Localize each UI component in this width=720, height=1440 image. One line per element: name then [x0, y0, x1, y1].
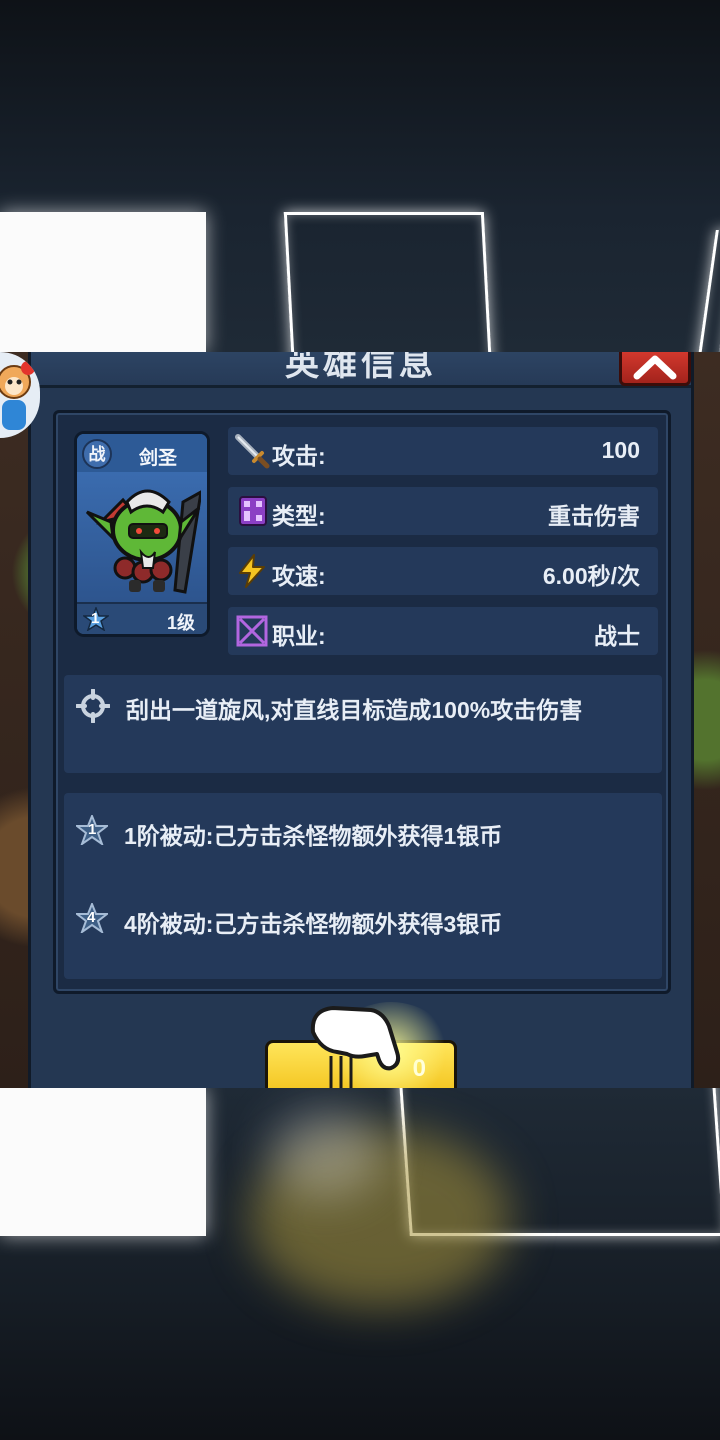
- neon-frame: [283, 212, 493, 352]
- skill-description: 刮出一道旋风,对直线目标造成100%攻击伤害: [126, 697, 583, 723]
- stat-value: 100: [601, 437, 640, 463]
- hero-info-dialog: 英雄信息 战 剑圣 1 1级 攻击: 100 类型: 重击伤害 攻速: 6.00…: [28, 352, 694, 1088]
- stat-value: 战士: [594, 623, 640, 649]
- crossed-swords-icon: [236, 615, 268, 647]
- pointing-hand-icon: [310, 1006, 401, 1088]
- passive-rank: 4: [87, 909, 96, 926]
- passive-skill-4: 4 4阶被动:己方击杀怪物额外获得3银币: [64, 899, 662, 939]
- hero-card[interactable]: 战 剑圣 1 1级: [74, 431, 210, 637]
- neon-edge: [696, 230, 720, 352]
- sword-icon: [235, 434, 270, 469]
- background-top: [0, 0, 720, 352]
- chevron-up-icon: [633, 355, 677, 380]
- stat-row-attack: 攻击: 100: [228, 427, 658, 475]
- stat-label: 攻速:: [272, 563, 326, 589]
- game-screen: 英雄信息 战 剑圣 1 1级 攻击: 100 类型: 重击伤害 攻速: 6.00…: [0, 352, 720, 1088]
- stat-value: 重击伤害: [548, 503, 640, 529]
- passive-text: 1阶被动:己方击杀怪物额外获得1银币: [124, 823, 503, 849]
- light-panel: [0, 212, 206, 352]
- lightning-icon: [239, 554, 265, 588]
- star-rank-number: 1: [91, 610, 100, 627]
- close-button[interactable]: [619, 352, 691, 386]
- crosshair-icon: [76, 689, 110, 723]
- background-bottom: [0, 1088, 720, 1440]
- stat-row-type: 类型: 重击伤害: [228, 487, 658, 535]
- stat-row-profession: 职业: 战士: [228, 607, 658, 655]
- stat-label: 攻击:: [272, 443, 326, 469]
- stat-label: 职业:: [272, 623, 326, 649]
- damage-type-icon: [239, 496, 267, 526]
- light-panel: [0, 1088, 206, 1236]
- stat-label: 类型:: [272, 503, 326, 529]
- dialog-title: 英雄信息: [285, 352, 437, 383]
- stat-value: 6.00秒/次: [542, 563, 640, 589]
- passive-rank: 1: [88, 821, 97, 838]
- passive-skill-1: 1 1阶被动:己方击杀怪物额外获得1银币: [64, 811, 662, 851]
- stat-row-attack-speed: 攻速: 6.00秒/次: [228, 547, 658, 595]
- star-rank: 1: [81, 605, 111, 632]
- hero-level: 1级: [166, 613, 195, 633]
- active-skill-box: 刮出一道旋风,对直线目标造成100%攻击伤害: [64, 675, 662, 773]
- hero-detail-panel: 战 剑圣 1 1级 攻击: 100 类型: 重击伤害 攻速: 6.00秒/次 职…: [53, 410, 671, 994]
- blurred-hand-shadow: [270, 1108, 380, 1198]
- passive-text: 4阶被动:己方击杀怪物额外获得3银币: [124, 911, 503, 937]
- card-footer: 1 1级: [77, 602, 207, 634]
- dialog-titlebar: 英雄信息: [31, 352, 691, 388]
- passive-skills-box: 1 1阶被动:己方击杀怪物额外获得1银币 4 4阶被动:己方击杀怪物额外获得3银…: [64, 793, 662, 979]
- hero-portrait-icon: [85, 489, 201, 594]
- class-badge: 战: [82, 439, 112, 469]
- hero-name: 剑圣: [138, 448, 177, 469]
